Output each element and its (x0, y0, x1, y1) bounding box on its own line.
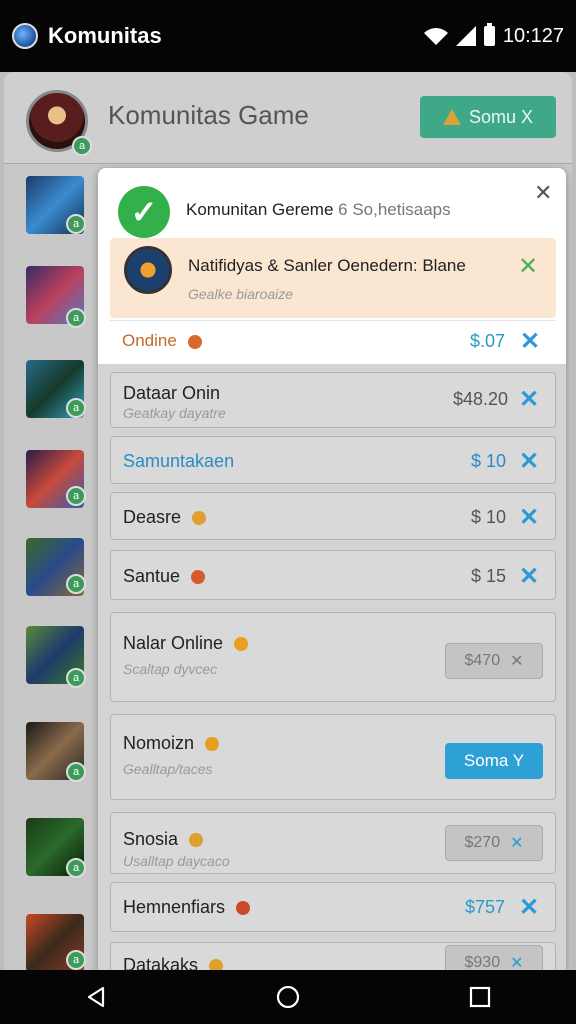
item-price: $757 (465, 897, 506, 917)
close-icon[interactable]: ✕ (519, 385, 539, 414)
item-name: Deasre (123, 507, 207, 528)
avatar-badge: a (66, 762, 86, 782)
item-name: Nalar Online (123, 633, 249, 654)
status-bar: Komunitas 10:127 (0, 0, 576, 72)
item-subtitle: Gealltap/taces (123, 761, 213, 777)
item-name: Snosia (123, 829, 204, 850)
price-button[interactable]: $270 ✕ (445, 825, 543, 861)
item-name: Santue (123, 566, 206, 587)
navigation-bar (0, 970, 576, 1024)
list-item[interactable]: Nalar Online Scaltap dyvcec $470 ✕ (110, 612, 556, 702)
join-button[interactable]: Somu X (420, 96, 556, 138)
banner-subtitle: Gealke biaroaize (188, 286, 294, 302)
avatar-badge: a (72, 136, 92, 156)
system-icons: 10:127 (423, 23, 564, 48)
notification-title: Komunitan Gereme 6 So,hetisaaps (186, 200, 451, 220)
check-icon: ✓ (118, 186, 170, 238)
recents-icon (469, 986, 491, 1008)
status-app-title: Komunitas (48, 23, 162, 48)
notification-row[interactable]: Ondine $.07 ✕ (110, 320, 556, 360)
price-button-label: $270 (464, 834, 501, 851)
list-item[interactable]: Snosia Usalltap daycaco $270 ✕ (110, 812, 556, 874)
item-price: $48.20 (453, 389, 509, 409)
list-item[interactable]: Dataar Onin Geatkay dayatre $48.20 ✕ (110, 372, 556, 428)
row-label: Ondine (122, 331, 202, 351)
coin-icon (189, 833, 204, 848)
fire-icon (236, 901, 251, 916)
join-button[interactable]: Soma Y (445, 743, 543, 779)
notification-banner[interactable]: Natifidyas & Sanler Oenedern: Blane Geal… (110, 238, 556, 318)
item-name-text: Santue (123, 566, 181, 586)
list-item[interactable]: Santue $ 15 ✕ (110, 550, 556, 600)
wifi-icon (423, 28, 448, 45)
list-item[interactable]: Samuntakaen $ 10 ✕ (110, 436, 556, 484)
item-name-text: Deasre (123, 507, 182, 527)
avatar-badge: a (66, 214, 86, 234)
close-icon: ✕ (510, 835, 524, 852)
clock: 10:127 (502, 24, 564, 47)
item-price: $ 15 (471, 566, 507, 586)
item-name: Nomoizn (123, 733, 220, 754)
item-name: Hemnenfiars (123, 897, 251, 918)
home-button[interactable] (258, 970, 318, 1024)
back-button[interactable] (66, 970, 126, 1024)
item-name: Dataar Onin (123, 383, 221, 403)
app-header: a Komunitas Game Somu X (4, 72, 572, 164)
item-subtitle: Geatkay dayatre (123, 405, 226, 421)
price-button-label: $470 (464, 652, 501, 669)
row-price: $.07 (470, 331, 506, 351)
page-title: Komunitas Game (108, 100, 309, 130)
item-price: $ 10 (471, 451, 507, 471)
join-button-label: Somu X (468, 106, 534, 127)
avatar-badge: a (66, 486, 86, 506)
item-subtitle: Usalltap daycaco (123, 853, 230, 869)
avatar-badge: a (66, 668, 86, 688)
back-icon (87, 986, 105, 1008)
list-item[interactable]: Nomoizn Gealltap/taces Soma Y (110, 714, 556, 800)
fire-icon (191, 570, 206, 585)
avatar-badge: a (66, 950, 86, 970)
game-icon (124, 246, 172, 294)
battery-icon (483, 23, 495, 46)
home-icon (276, 985, 300, 1009)
item-name-text: Nomoizn (123, 733, 195, 753)
list-item[interactable]: Deasre $ 10 ✕ (110, 492, 556, 540)
community-panel: ✓ Komunitan Gereme 6 So,hetisaaps ✕ Nati… (98, 168, 566, 982)
app-icon (12, 23, 38, 49)
item-name-text: Nalar Online (123, 633, 224, 653)
item-name: Samuntakaen (123, 451, 235, 471)
star-icon (234, 637, 249, 652)
close-icon[interactable]: ✕ (519, 447, 539, 476)
close-icon[interactable]: ✕ (519, 562, 539, 591)
avatar-badge: a (66, 858, 86, 878)
close-icon[interactable]: ✕ (519, 503, 539, 532)
item-name-text: Snosia (123, 829, 179, 849)
row-label-text: Ondine (122, 331, 177, 350)
close-icon[interactable]: ✕ (520, 327, 540, 356)
list-item[interactable]: Hemnenfiars $757 ✕ (110, 882, 556, 932)
avatar-badge: a (66, 398, 86, 418)
banner-title: Natifidyas & Sanler Oenedern: Blane (188, 256, 466, 275)
price-button[interactable]: $470 ✕ (445, 643, 543, 679)
fire-icon (187, 334, 202, 349)
close-icon[interactable]: ✕ (519, 893, 539, 922)
item-subtitle: Scaltap dyvcec (123, 661, 218, 677)
recents-button[interactable] (450, 970, 510, 1024)
coin-icon (192, 511, 207, 526)
notification-subtitle: 6 So,hetisaaps (338, 200, 451, 219)
notification-card: ✓ Komunitan Gereme 6 So,hetisaaps ✕ Nati… (98, 168, 566, 364)
item-price: $ 10 (471, 507, 507, 527)
item-name-text: Hemnenfiars (123, 897, 226, 917)
notification-title-text: Komunitan Gereme (186, 200, 334, 219)
close-icon: ✕ (510, 653, 524, 670)
avatar-badge: a (66, 308, 86, 328)
dismiss-icon[interactable]: ✕ (518, 252, 538, 281)
signal-icon (455, 26, 476, 46)
star-icon (205, 737, 220, 752)
avatar-badge: a (66, 574, 86, 594)
close-icon[interactable]: ✕ (534, 180, 552, 206)
bell-icon (442, 109, 461, 125)
